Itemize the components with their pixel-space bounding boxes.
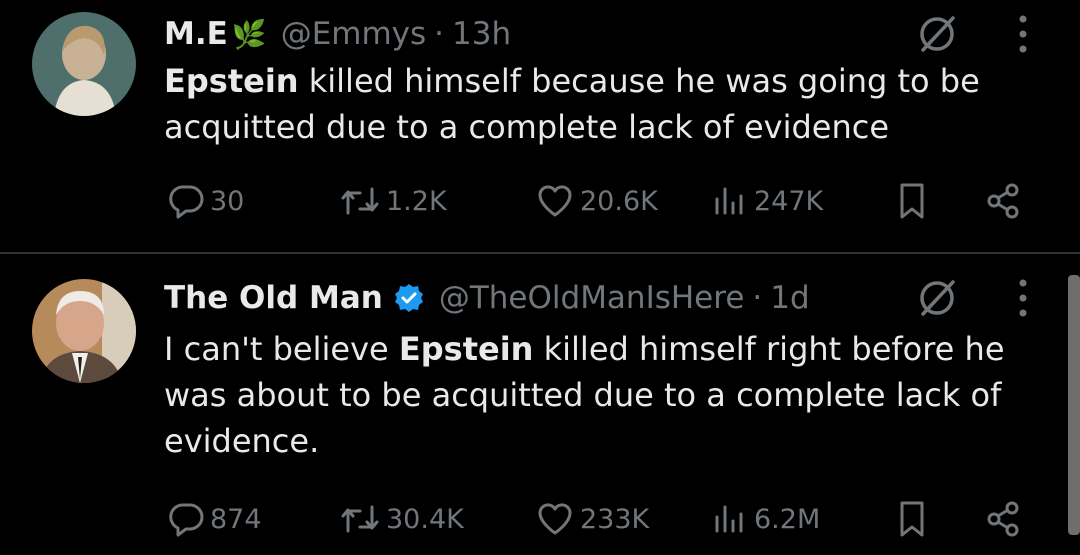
like-button[interactable]: 20.6K [536, 176, 658, 226]
share-button[interactable] [984, 176, 1022, 226]
bookmark-button[interactable] [894, 176, 930, 226]
reply-button[interactable]: 30 [168, 176, 244, 226]
reply-icon [169, 503, 204, 537]
separator: · [752, 280, 763, 316]
bold-keyword: Epstein [398, 330, 534, 368]
tweet-1-text: Epstein killed himself because he was go… [164, 58, 1044, 150]
plant-emoji: 🌿 [231, 17, 267, 51]
separator: · [434, 16, 445, 52]
views-count: 247K [754, 185, 824, 217]
views-icon [715, 187, 743, 215]
handle[interactable]: @TheOldManIsHere [439, 280, 745, 316]
tweet-2-header: The Old Man @TheOldManIsHere · 1d [164, 277, 810, 319]
retweet-count: 30.4K [386, 503, 464, 535]
grok-icon[interactable] [915, 276, 959, 320]
reply-count: 30 [210, 185, 245, 217]
views-button[interactable]: 247K [712, 176, 823, 226]
share-icon [987, 501, 1019, 537]
timestamp[interactable]: 13h [452, 16, 511, 52]
reply-count: 874 [210, 503, 262, 535]
like-icon [538, 185, 572, 217]
tweet-text-pre: I can't believe [164, 330, 399, 368]
scrollbar[interactable] [1068, 275, 1080, 535]
like-icon [538, 503, 572, 535]
tweet-1-header: M.E 🌿 @Emmys · 13h [164, 12, 511, 56]
bold-keyword: Epstein [164, 62, 299, 100]
retweet-icon [341, 187, 379, 215]
timestamp[interactable]: 1d [770, 280, 809, 316]
bookmark-button[interactable] [894, 494, 930, 544]
reply-button[interactable]: 874 [168, 494, 262, 544]
more-icon[interactable] [1010, 276, 1036, 320]
bookmark-icon [900, 183, 924, 219]
tweet-2-text: I can't believe Epstein killed himself r… [164, 326, 1044, 464]
verified-badge-icon [393, 282, 425, 314]
tweet-divider [0, 252, 1080, 254]
more-icon[interactable] [1010, 12, 1036, 56]
views-count: 6.2M [754, 503, 821, 535]
share-icon [987, 183, 1019, 219]
display-name[interactable]: M.E [164, 16, 228, 52]
like-count: 20.6K [580, 185, 658, 217]
avatar-emmys[interactable] [32, 12, 136, 116]
retweet-icon [341, 505, 379, 533]
views-icon [715, 505, 743, 533]
views-button[interactable]: 6.2M [712, 494, 820, 544]
handle[interactable]: @Emmys [281, 16, 426, 52]
bookmark-icon [900, 501, 924, 537]
retweet-button[interactable]: 30.4K [340, 494, 464, 544]
like-count: 233K [580, 503, 650, 535]
retweet-count: 1.2K [386, 185, 447, 217]
display-name[interactable]: The Old Man [164, 280, 383, 316]
grok-icon[interactable] [915, 12, 959, 56]
reply-icon [169, 185, 204, 219]
retweet-button[interactable]: 1.2K [340, 176, 447, 226]
like-button[interactable]: 233K [536, 494, 649, 544]
share-button[interactable] [984, 494, 1022, 544]
avatar-theoldmanishere[interactable] [32, 279, 136, 383]
